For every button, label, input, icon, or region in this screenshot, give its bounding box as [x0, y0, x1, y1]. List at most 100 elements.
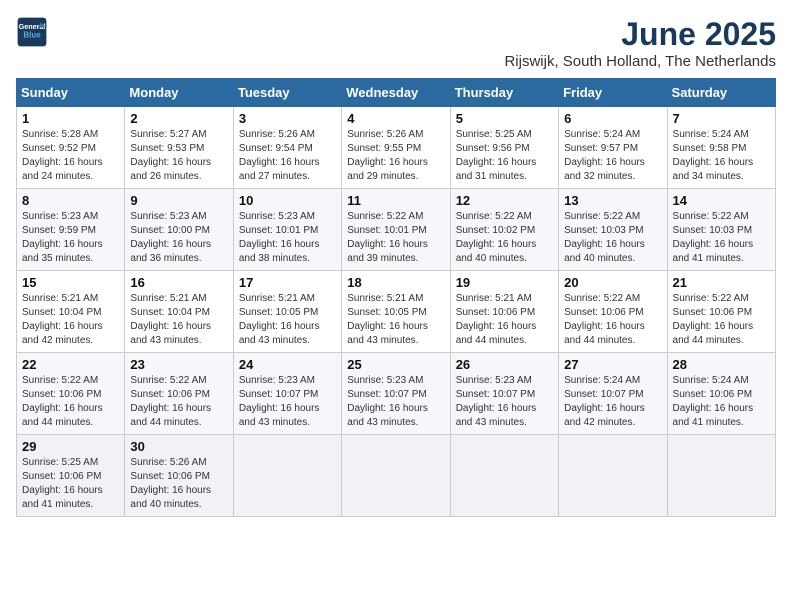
day-info: Sunrise: 5:22 AMSunset: 10:03 PMDaylight… — [673, 210, 770, 266]
day-info: Sunrise: 5:23 AMSunset: 10:07 PMDaylight… — [239, 374, 336, 430]
day-number: 28 — [673, 357, 770, 372]
day-info: Sunrise: 5:22 AMSunset: 10:03 PMDaylight… — [564, 210, 661, 266]
calendar-cell: 13 Sunrise: 5:22 AMSunset: 10:03 PMDayli… — [559, 189, 667, 271]
calendar-cell: 30 Sunrise: 5:26 AMSunset: 10:06 PMDayli… — [125, 435, 233, 517]
calendar-week-2: 8 Sunrise: 5:23 AMSunset: 9:59 PMDayligh… — [17, 189, 776, 271]
calendar-cell: 15 Sunrise: 5:21 AMSunset: 10:04 PMDayli… — [17, 271, 125, 353]
day-number: 13 — [564, 193, 661, 208]
day-info: Sunrise: 5:23 AMSunset: 9:59 PMDaylight:… — [22, 210, 119, 266]
day-number: 21 — [673, 275, 770, 290]
calendar-cell: 6 Sunrise: 5:24 AMSunset: 9:57 PMDayligh… — [559, 107, 667, 189]
calendar-header-row: SundayMondayTuesdayWednesdayThursdayFrid… — [17, 79, 776, 107]
day-number: 11 — [347, 193, 444, 208]
day-header-saturday: Saturday — [667, 79, 775, 107]
svg-text:Blue: Blue — [23, 31, 41, 40]
location-title: Rijswijk, South Holland, The Netherlands — [504, 53, 776, 70]
day-number: 7 — [673, 111, 770, 126]
day-number: 20 — [564, 275, 661, 290]
day-info: Sunrise: 5:21 AMSunset: 10:04 PMDaylight… — [130, 292, 227, 348]
day-number: 14 — [673, 193, 770, 208]
calendar-cell: 10 Sunrise: 5:23 AMSunset: 10:01 PMDayli… — [233, 189, 341, 271]
title-area: June 2025 Rijswijk, South Holland, The N… — [504, 16, 776, 70]
day-info: Sunrise: 5:24 AMSunset: 10:06 PMDaylight… — [673, 374, 770, 430]
calendar-cell: 16 Sunrise: 5:21 AMSunset: 10:04 PMDayli… — [125, 271, 233, 353]
day-info: Sunrise: 5:26 AMSunset: 9:54 PMDaylight:… — [239, 128, 336, 184]
calendar-cell: 21 Sunrise: 5:22 AMSunset: 10:06 PMDayli… — [667, 271, 775, 353]
calendar-cell: 1 Sunrise: 5:28 AMSunset: 9:52 PMDayligh… — [17, 107, 125, 189]
day-info: Sunrise: 5:22 AMSunset: 10:02 PMDaylight… — [456, 210, 553, 266]
day-header-wednesday: Wednesday — [342, 79, 450, 107]
day-number: 12 — [456, 193, 553, 208]
day-number: 18 — [347, 275, 444, 290]
calendar-cell — [450, 435, 558, 517]
day-number: 30 — [130, 439, 227, 454]
calendar-cell: 11 Sunrise: 5:22 AMSunset: 10:01 PMDayli… — [342, 189, 450, 271]
day-info: Sunrise: 5:24 AMSunset: 9:58 PMDaylight:… — [673, 128, 770, 184]
day-info: Sunrise: 5:21 AMSunset: 10:06 PMDaylight… — [456, 292, 553, 348]
day-header-tuesday: Tuesday — [233, 79, 341, 107]
day-info: Sunrise: 5:21 AMSunset: 10:04 PMDaylight… — [22, 292, 119, 348]
calendar-cell: 7 Sunrise: 5:24 AMSunset: 9:58 PMDayligh… — [667, 107, 775, 189]
day-info: Sunrise: 5:22 AMSunset: 10:06 PMDaylight… — [130, 374, 227, 430]
day-info: Sunrise: 5:27 AMSunset: 9:53 PMDaylight:… — [130, 128, 227, 184]
day-header-sunday: Sunday — [17, 79, 125, 107]
day-number: 19 — [456, 275, 553, 290]
day-info: Sunrise: 5:23 AMSunset: 10:07 PMDaylight… — [456, 374, 553, 430]
day-header-friday: Friday — [559, 79, 667, 107]
day-number: 24 — [239, 357, 336, 372]
day-info: Sunrise: 5:22 AMSunset: 10:06 PMDaylight… — [673, 292, 770, 348]
day-number: 6 — [564, 111, 661, 126]
calendar-table: SundayMondayTuesdayWednesdayThursdayFrid… — [16, 78, 776, 517]
day-number: 1 — [22, 111, 119, 126]
calendar-cell: 12 Sunrise: 5:22 AMSunset: 10:02 PMDayli… — [450, 189, 558, 271]
calendar-cell: 22 Sunrise: 5:22 AMSunset: 10:06 PMDayli… — [17, 353, 125, 435]
day-info: Sunrise: 5:22 AMSunset: 10:06 PMDaylight… — [564, 292, 661, 348]
calendar-cell: 3 Sunrise: 5:26 AMSunset: 9:54 PMDayligh… — [233, 107, 341, 189]
day-info: Sunrise: 5:25 AMSunset: 10:06 PMDaylight… — [22, 456, 119, 512]
day-info: Sunrise: 5:22 AMSunset: 10:06 PMDaylight… — [22, 374, 119, 430]
calendar-cell: 24 Sunrise: 5:23 AMSunset: 10:07 PMDayli… — [233, 353, 341, 435]
day-number: 16 — [130, 275, 227, 290]
day-info: Sunrise: 5:23 AMSunset: 10:07 PMDaylight… — [347, 374, 444, 430]
day-info: Sunrise: 5:22 AMSunset: 10:01 PMDaylight… — [347, 210, 444, 266]
calendar-week-5: 29 Sunrise: 5:25 AMSunset: 10:06 PMDayli… — [17, 435, 776, 517]
day-number: 17 — [239, 275, 336, 290]
calendar-cell: 18 Sunrise: 5:21 AMSunset: 10:05 PMDayli… — [342, 271, 450, 353]
day-number: 10 — [239, 193, 336, 208]
day-number: 5 — [456, 111, 553, 126]
calendar-cell: 28 Sunrise: 5:24 AMSunset: 10:06 PMDayli… — [667, 353, 775, 435]
calendar-cell — [667, 435, 775, 517]
calendar-cell: 26 Sunrise: 5:23 AMSunset: 10:07 PMDayli… — [450, 353, 558, 435]
calendar-week-4: 22 Sunrise: 5:22 AMSunset: 10:06 PMDayli… — [17, 353, 776, 435]
calendar-week-3: 15 Sunrise: 5:21 AMSunset: 10:04 PMDayli… — [17, 271, 776, 353]
calendar-cell: 9 Sunrise: 5:23 AMSunset: 10:00 PMDaylig… — [125, 189, 233, 271]
day-info: Sunrise: 5:26 AMSunset: 9:55 PMDaylight:… — [347, 128, 444, 184]
day-number: 4 — [347, 111, 444, 126]
day-number: 26 — [456, 357, 553, 372]
day-number: 22 — [22, 357, 119, 372]
calendar-cell: 17 Sunrise: 5:21 AMSunset: 10:05 PMDayli… — [233, 271, 341, 353]
day-number: 3 — [239, 111, 336, 126]
calendar-cell — [559, 435, 667, 517]
page-header: General Blue June 2025 Rijswijk, South H… — [16, 16, 776, 70]
day-info: Sunrise: 5:23 AMSunset: 10:00 PMDaylight… — [130, 210, 227, 266]
day-number: 8 — [22, 193, 119, 208]
day-number: 23 — [130, 357, 227, 372]
calendar-cell: 8 Sunrise: 5:23 AMSunset: 9:59 PMDayligh… — [17, 189, 125, 271]
day-header-monday: Monday — [125, 79, 233, 107]
day-info: Sunrise: 5:26 AMSunset: 10:06 PMDaylight… — [130, 456, 227, 512]
day-info: Sunrise: 5:21 AMSunset: 10:05 PMDaylight… — [347, 292, 444, 348]
day-info: Sunrise: 5:23 AMSunset: 10:01 PMDaylight… — [239, 210, 336, 266]
day-info: Sunrise: 5:24 AMSunset: 9:57 PMDaylight:… — [564, 128, 661, 184]
calendar-cell: 20 Sunrise: 5:22 AMSunset: 10:06 PMDayli… — [559, 271, 667, 353]
day-number: 2 — [130, 111, 227, 126]
day-info: Sunrise: 5:28 AMSunset: 9:52 PMDaylight:… — [22, 128, 119, 184]
day-number: 25 — [347, 357, 444, 372]
day-number: 29 — [22, 439, 119, 454]
logo: General Blue — [16, 16, 48, 48]
calendar-cell: 19 Sunrise: 5:21 AMSunset: 10:06 PMDayli… — [450, 271, 558, 353]
logo-icon: General Blue — [16, 16, 48, 48]
day-number: 15 — [22, 275, 119, 290]
calendar-cell: 14 Sunrise: 5:22 AMSunset: 10:03 PMDayli… — [667, 189, 775, 271]
calendar-cell: 25 Sunrise: 5:23 AMSunset: 10:07 PMDayli… — [342, 353, 450, 435]
